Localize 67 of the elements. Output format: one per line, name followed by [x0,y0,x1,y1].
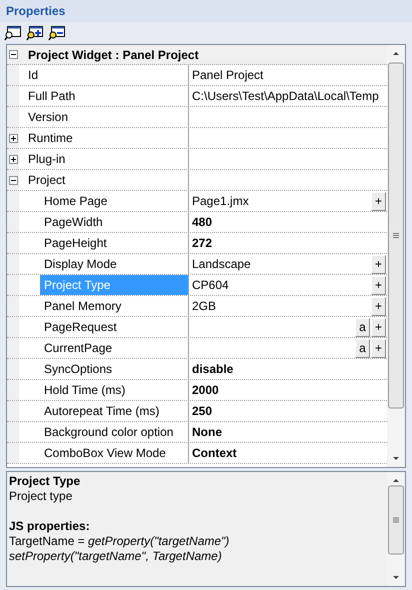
collapse-icon[interactable] [8,176,18,184]
code-line: setProperty("targetName", TargetName) [9,549,223,564]
collapse-icon[interactable] [8,50,18,59]
property-value[interactable]: Panel Project [192,66,387,84]
property-value[interactable]: 480 [192,213,387,231]
property-value[interactable]: CP604 [192,276,371,294]
description-title: Project Type [9,474,82,489]
ellipsis-button[interactable]: + [371,296,386,316]
ellipsis-button[interactable]: + [371,276,386,294]
row-gutter [7,296,19,316]
expand-all-icon[interactable] [26,25,44,41]
property-label[interactable]: Background color option [40,422,188,442]
property-value[interactable]: 2GB [192,297,371,315]
ellipsis-button[interactable]: + [371,338,386,358]
property-label[interactable]: Panel Memory [40,296,188,316]
row-gutter [7,212,19,232]
property-label[interactable]: ComboBox View Mode [40,443,188,463]
property-label[interactable]: Id [24,65,188,85]
row-gutter [7,359,19,379]
property-value[interactable]: disable [192,360,387,378]
property-label[interactable]: SyncOptions [40,359,188,379]
scrollbar[interactable] [387,45,405,467]
ellipsis-button[interactable]: a [355,318,370,336]
ellipsis-button[interactable]: + [371,318,386,336]
window-search-icon[interactable] [4,25,22,41]
property-value[interactable]: Context [192,444,387,462]
expand-icon[interactable] [8,134,18,142]
row-gutter [7,380,19,400]
property-label[interactable]: Version [24,107,188,127]
property-label[interactable]: PageRequest [40,317,188,337]
row-gutter [7,338,19,358]
code-line: TargetName = getProperty("targetName") [9,534,230,549]
property-value[interactable]: 250 [192,402,387,420]
property-label[interactable]: Full Path [24,86,188,106]
row-gutter [7,233,19,253]
property-label[interactable]: Display Mode [40,254,188,274]
row-gutter [7,317,19,337]
ellipsis-button[interactable]: + [371,192,386,210]
panel-title: Properties [6,3,66,20]
property-value[interactable]: Landscape [192,255,371,273]
expand-icon[interactable] [8,154,18,164]
category-label[interactable]: Project [24,171,70,189]
property-value[interactable]: 2000 [192,381,387,399]
property-value[interactable]: C:\Users\Test\AppData\Local\Temp [192,87,387,105]
property-value[interactable]: 272 [192,234,387,252]
property-label[interactable]: Autorepeat Time (ms) [40,401,188,421]
description-text: Project type [9,489,74,504]
property-value[interactable]: None [192,423,387,441]
property-label[interactable]: Home Page [40,191,188,211]
object-header: Project Widget : Panel Project [27,46,199,64]
collapse-all-icon[interactable] [48,25,66,41]
row-gutter [7,443,19,463]
row-gutter [7,422,19,442]
property-value[interactable]: Page1.jmx [192,192,371,210]
row-gutter [7,275,19,295]
category-label[interactable]: Plug-in [24,150,70,168]
row-gutter [7,401,19,421]
property-label[interactable]: PageWidth [40,212,188,232]
ellipsis-button[interactable]: a [355,338,370,358]
property-label[interactable]: CurrentPage [40,338,188,358]
property-label[interactable]: PageHeight [40,233,188,253]
category-label[interactable]: Runtime [24,129,77,147]
ellipsis-button[interactable]: + [371,254,386,274]
js-heading: JS properties: [9,519,91,534]
property-label[interactable]: Hold Time (ms) [40,380,188,400]
row-gutter [7,254,19,274]
row-gutter [7,86,19,106]
